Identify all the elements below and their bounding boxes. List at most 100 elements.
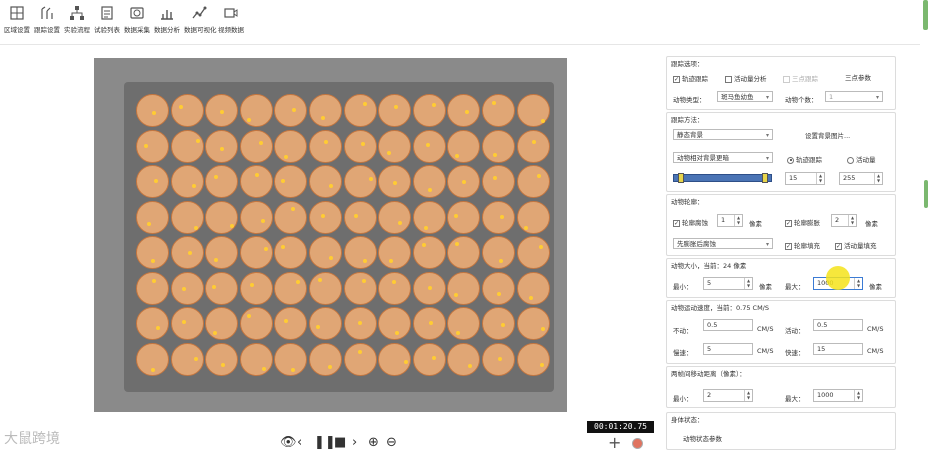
well	[274, 200, 308, 234]
toolbar-region-settings[interactable]: 区域设置	[2, 5, 32, 34]
toolbar-data-analysis[interactable]: 数据分析	[152, 5, 182, 34]
spinner-arrows-icon[interactable]: ▲ ▼	[816, 173, 824, 184]
list-icon	[101, 6, 113, 20]
toolbar-trial-list[interactable]: 试验列表	[92, 5, 122, 34]
well	[309, 165, 342, 198]
well	[482, 165, 515, 198]
slow-speed-input[interactable]: 5	[703, 343, 753, 355]
checkbox-icon[interactable]	[673, 219, 680, 227]
larva-marker	[221, 362, 226, 367]
three-point-checkbox[interactable]: 三点跟踪	[783, 73, 818, 83]
video-frame[interactable]	[94, 58, 567, 412]
distance-min-label: 最小：	[673, 395, 693, 403]
spinner-arrows-icon[interactable]: ▲ ▼	[854, 390, 862, 401]
toolbar-experiment-flow[interactable]: 实验流程	[62, 5, 92, 34]
larva-marker	[195, 139, 200, 144]
record-button[interactable]	[632, 438, 643, 449]
dilate-checkbox[interactable]: 轮廓膨胀	[785, 217, 820, 227]
trajectory-checkbox[interactable]: 轨迹跟踪	[673, 73, 708, 83]
unit-label: 像素	[759, 283, 772, 291]
threshold-range-slider[interactable]	[673, 173, 772, 183]
dilate-spinner[interactable]: 2 ▲ ▼	[831, 214, 857, 227]
spinner-arrows-icon[interactable]: ▲ ▼	[744, 278, 752, 289]
checkbox-icon[interactable]	[785, 242, 792, 250]
distance-max-spinner[interactable]: 1000 ▲ ▼	[813, 389, 863, 402]
zoom-in-icon[interactable]: ⊕	[368, 435, 379, 450]
range-max-spinner[interactable]: 255 ▲ ▼	[839, 172, 883, 185]
spinner-arrows-icon[interactable]: ▲ ▼	[848, 215, 856, 226]
activity-fill-checkbox[interactable]: 活动量填充	[835, 240, 877, 250]
larva-marker	[328, 183, 333, 188]
next-icon[interactable]: ›	[352, 435, 357, 450]
well	[170, 129, 204, 163]
well	[309, 271, 342, 305]
zoom-out-icon[interactable]: ⊖	[386, 435, 397, 450]
stop-icon[interactable]: ■	[334, 435, 346, 450]
spinner-arrows-icon[interactable]: ▲ ▼	[854, 278, 862, 289]
checkbox-icon[interactable]	[673, 75, 680, 83]
contour-group: 动物轮廓： 轮廓腐蚀 1▲▼ 像素 轮廓膨胀 2▲▼ 像素 先膨胀后腐蚀▾ 轮廓…	[666, 194, 896, 256]
spinner-arrows-icon[interactable]: ▲ ▼	[874, 173, 882, 184]
larva-marker	[453, 292, 458, 297]
toolbar-label: 数据分析	[154, 26, 180, 34]
toolbar-data-acquisition[interactable]: 数据采集	[122, 5, 152, 34]
range-max-handle[interactable]	[762, 173, 768, 183]
active-label: 活动：	[785, 327, 805, 335]
checkbox-icon[interactable]	[725, 75, 732, 83]
larva-marker	[388, 258, 393, 263]
range-min-handle[interactable]	[678, 173, 684, 183]
still-speed-input[interactable]: 0.5	[703, 319, 753, 331]
size-min-spinner[interactable]: 5 ▲ ▼	[703, 277, 753, 290]
checkbox-icon[interactable]	[783, 75, 790, 83]
well	[412, 200, 446, 234]
checkbox-icon[interactable]	[835, 242, 842, 250]
well	[239, 129, 273, 163]
erode-checkbox[interactable]: 轮廓腐蚀	[673, 217, 708, 227]
set-background-button[interactable]: 设置背景图片...	[805, 130, 850, 140]
fast-speed-input[interactable]: 15	[813, 343, 863, 355]
well	[309, 200, 342, 234]
animal-count-select[interactable]: 1 ▾	[825, 91, 883, 102]
add-icon[interactable]: +	[608, 433, 621, 452]
trajectory-radio[interactable]: 轨迹跟踪	[787, 154, 822, 164]
well-plate	[124, 82, 554, 392]
active-speed-input[interactable]: 0.5	[813, 319, 863, 331]
erode-spinner[interactable]: 1 ▲ ▼	[717, 214, 743, 227]
three-point-params-button[interactable]: 三点参数	[845, 72, 871, 82]
larva-marker	[320, 115, 325, 120]
spinner-arrows-icon[interactable]: ▲ ▼	[734, 215, 742, 226]
background-mode-select[interactable]: 静态背景 ▾	[673, 129, 773, 140]
well	[447, 200, 481, 234]
animal-type-select[interactable]: 斑马鱼幼鱼 ▾	[717, 91, 773, 102]
previous-icon[interactable]: ‹	[297, 435, 302, 450]
body-state-params-button[interactable]: 动物状态参数	[683, 433, 722, 443]
well	[170, 165, 204, 198]
larva-marker	[541, 119, 546, 124]
contour-fill-checkbox[interactable]: 轮廓填充	[785, 240, 820, 250]
well	[239, 307, 273, 340]
distance-min-spinner[interactable]: 2 ▲ ▼	[703, 389, 753, 402]
larva-marker	[362, 101, 367, 106]
larva-marker	[454, 154, 459, 159]
pause-icon[interactable]: ❚❚	[314, 435, 336, 450]
checkbox-icon[interactable]	[785, 219, 792, 227]
toolbar-data-visualization[interactable]: 数据可视化	[184, 5, 217, 34]
radio-icon[interactable]	[787, 156, 794, 164]
range-min-spinner[interactable]: 15 ▲ ▼	[785, 172, 825, 185]
toolbar-video-data[interactable]: 视频数据	[216, 5, 246, 34]
eye-icon[interactable]: 👁	[280, 435, 297, 450]
contrast-mode-select[interactable]: 动物相对背景更暗 ▾	[673, 152, 773, 163]
well	[309, 129, 342, 163]
larva-marker	[403, 359, 408, 364]
toolbar-tracking-settings[interactable]: 跟踪设置	[32, 5, 62, 34]
contour-order-select[interactable]: 先膨胀后腐蚀 ▾	[673, 238, 773, 249]
spinner-arrows-icon[interactable]: ▲ ▼	[744, 390, 752, 401]
well	[378, 129, 412, 163]
scrollbar-side[interactable]	[924, 180, 928, 208]
larva-marker	[151, 367, 156, 372]
radio-icon[interactable]	[847, 156, 854, 164]
scrollbar-top[interactable]	[923, 0, 928, 30]
well	[343, 271, 377, 305]
activity-analysis-checkbox[interactable]: 活动量分析	[725, 73, 767, 83]
activity-radio[interactable]: 活动量	[847, 154, 876, 164]
